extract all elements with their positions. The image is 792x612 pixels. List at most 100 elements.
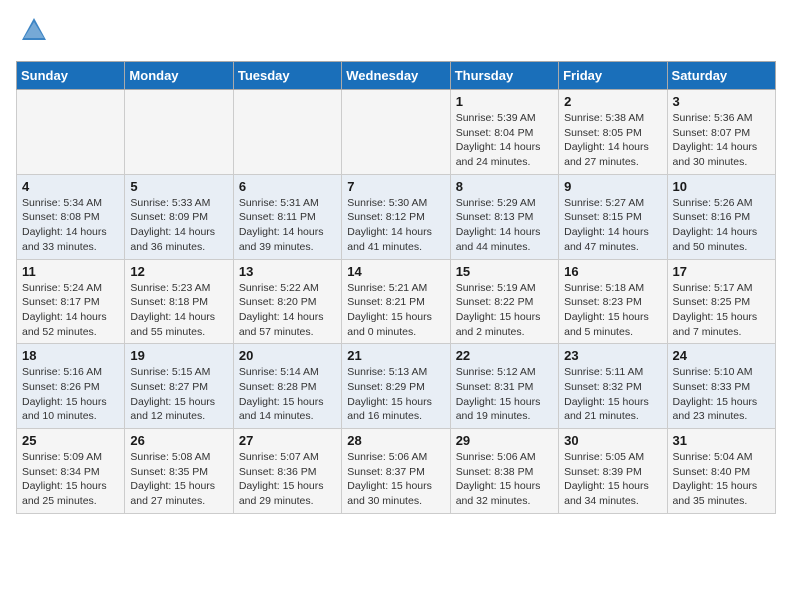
day-of-week-header: Tuesday (233, 62, 341, 90)
calendar-cell: 18 Sunrise: 5:16 AM Sunset: 8:26 PM Dayli… (17, 344, 125, 429)
calendar-cell: 1 Sunrise: 5:39 AM Sunset: 8:04 PM Daylig… (450, 90, 558, 175)
day-number: 21 (347, 348, 444, 363)
calendar-cell: 12 Sunrise: 5:23 AM Sunset: 8:18 PM Dayli… (125, 259, 233, 344)
logo-icon (20, 16, 48, 49)
calendar-week-row: 4 Sunrise: 5:34 AM Sunset: 8:08 PM Daylig… (17, 174, 776, 259)
calendar-cell: 9 Sunrise: 5:27 AM Sunset: 8:15 PM Daylig… (559, 174, 667, 259)
day-number: 13 (239, 264, 336, 279)
day-info: Sunrise: 5:06 AM Sunset: 8:38 PM Dayligh… (456, 450, 553, 509)
calendar-cell (17, 90, 125, 175)
calendar-cell (342, 90, 450, 175)
day-number: 22 (456, 348, 553, 363)
calendar-cell: 13 Sunrise: 5:22 AM Sunset: 8:20 PM Dayli… (233, 259, 341, 344)
day-of-week-header: Sunday (17, 62, 125, 90)
day-number: 30 (564, 433, 661, 448)
calendar-cell: 7 Sunrise: 5:30 AM Sunset: 8:12 PM Daylig… (342, 174, 450, 259)
day-number: 23 (564, 348, 661, 363)
day-info: Sunrise: 5:04 AM Sunset: 8:40 PM Dayligh… (673, 450, 770, 509)
calendar-cell: 17 Sunrise: 5:17 AM Sunset: 8:25 PM Dayli… (667, 259, 775, 344)
calendar-cell: 26Sunrise: 5:08 AM Sunset: 8:35 PM Dayli… (125, 429, 233, 514)
day-number: 11 (22, 264, 119, 279)
calendar-cell: 22Sunrise: 5:12 AM Sunset: 8:31 PM Dayli… (450, 344, 558, 429)
day-number: 7 (347, 179, 444, 194)
day-info: Sunrise: 5:29 AM Sunset: 8:13 PM Dayligh… (456, 196, 553, 255)
calendar-cell: 16 Sunrise: 5:18 AM Sunset: 8:23 PM Dayli… (559, 259, 667, 344)
day-info: Sunrise: 5:31 AM Sunset: 8:11 PM Dayligh… (239, 196, 336, 255)
day-info: Sunrise: 5:21 AM Sunset: 8:21 PM Dayligh… (347, 281, 444, 340)
day-number: 16 (564, 264, 661, 279)
calendar-cell: 5Sunrise: 5:33 AM Sunset: 8:09 PM Daylig… (125, 174, 233, 259)
calendar-cell: 4 Sunrise: 5:34 AM Sunset: 8:08 PM Daylig… (17, 174, 125, 259)
calendar-cell: 11 Sunrise: 5:24 AM Sunset: 8:17 PM Dayli… (17, 259, 125, 344)
day-info: Sunrise: 5:39 AM Sunset: 8:04 PM Dayligh… (456, 111, 553, 170)
day-number: 6 (239, 179, 336, 194)
calendar-cell: 6 Sunrise: 5:31 AM Sunset: 8:11 PM Daylig… (233, 174, 341, 259)
calendar-cell: 2 Sunrise: 5:38 AM Sunset: 8:05 PM Daylig… (559, 90, 667, 175)
day-number: 29 (456, 433, 553, 448)
day-info: Sunrise: 5:17 AM Sunset: 8:25 PM Dayligh… (673, 281, 770, 340)
calendar-cell: 28Sunrise: 5:06 AM Sunset: 8:37 PM Dayli… (342, 429, 450, 514)
day-number: 3 (673, 94, 770, 109)
day-info: Sunrise: 5:33 AM Sunset: 8:09 PM Dayligh… (130, 196, 227, 255)
calendar-cell: 23 Sunrise: 5:11 AM Sunset: 8:32 PM Dayli… (559, 344, 667, 429)
day-info: Sunrise: 5:18 AM Sunset: 8:23 PM Dayligh… (564, 281, 661, 340)
calendar-cell: 8 Sunrise: 5:29 AM Sunset: 8:13 PM Daylig… (450, 174, 558, 259)
day-number: 20 (239, 348, 336, 363)
day-of-week-header: Friday (559, 62, 667, 90)
day-of-week-header: Saturday (667, 62, 775, 90)
day-number: 2 (564, 94, 661, 109)
calendar-cell: 10 Sunrise: 5:26 AM Sunset: 8:16 PM Dayli… (667, 174, 775, 259)
day-info: Sunrise: 5:14 AM Sunset: 8:28 PM Dayligh… (239, 365, 336, 424)
day-info: Sunrise: 5:27 AM Sunset: 8:15 PM Dayligh… (564, 196, 661, 255)
calendar-week-row: 1 Sunrise: 5:39 AM Sunset: 8:04 PM Daylig… (17, 90, 776, 175)
calendar-cell: 25 Sunrise: 5:09 AM Sunset: 8:34 PM Dayli… (17, 429, 125, 514)
day-info: Sunrise: 5:38 AM Sunset: 8:05 PM Dayligh… (564, 111, 661, 170)
day-number: 4 (22, 179, 119, 194)
day-number: 8 (456, 179, 553, 194)
calendar-cell: 20 Sunrise: 5:14 AM Sunset: 8:28 PM Dayli… (233, 344, 341, 429)
calendar-cell: 29 Sunrise: 5:06 AM Sunset: 8:38 PM Dayli… (450, 429, 558, 514)
calendar-cell: 27 Sunrise: 5:07 AM Sunset: 8:36 PM Dayli… (233, 429, 341, 514)
calendar-cell: 14 Sunrise: 5:21 AM Sunset: 8:21 PM Dayli… (342, 259, 450, 344)
day-info: Sunrise: 5:26 AM Sunset: 8:16 PM Dayligh… (673, 196, 770, 255)
calendar-header-row: SundayMondayTuesdayWednesdayThursdayFrid… (17, 62, 776, 90)
day-number: 9 (564, 179, 661, 194)
day-info: Sunrise: 5:13 AM Sunset: 8:29 PM Dayligh… (347, 365, 444, 424)
day-info: Sunrise: 5:06 AM Sunset: 8:37 PM Dayligh… (347, 450, 444, 509)
day-info: Sunrise: 5:09 AM Sunset: 8:34 PM Dayligh… (22, 450, 119, 509)
calendar-table: SundayMondayTuesdayWednesdayThursdayFrid… (16, 61, 776, 514)
calendar-cell: 24Sunrise: 5:10 AM Sunset: 8:33 PM Dayli… (667, 344, 775, 429)
day-info: Sunrise: 5:11 AM Sunset: 8:32 PM Dayligh… (564, 365, 661, 424)
day-info: Sunrise: 5:23 AM Sunset: 8:18 PM Dayligh… (130, 281, 227, 340)
day-info: Sunrise: 5:19 AM Sunset: 8:22 PM Dayligh… (456, 281, 553, 340)
day-info: Sunrise: 5:07 AM Sunset: 8:36 PM Dayligh… (239, 450, 336, 509)
calendar-cell: 31Sunrise: 5:04 AM Sunset: 8:40 PM Dayli… (667, 429, 775, 514)
day-info: Sunrise: 5:22 AM Sunset: 8:20 PM Dayligh… (239, 281, 336, 340)
calendar-cell: 30Sunrise: 5:05 AM Sunset: 8:39 PM Dayli… (559, 429, 667, 514)
calendar-week-row: 25 Sunrise: 5:09 AM Sunset: 8:34 PM Dayli… (17, 429, 776, 514)
day-number: 14 (347, 264, 444, 279)
day-of-week-header: Monday (125, 62, 233, 90)
day-info: Sunrise: 5:15 AM Sunset: 8:27 PM Dayligh… (130, 365, 227, 424)
day-number: 27 (239, 433, 336, 448)
calendar-cell (125, 90, 233, 175)
calendar-cell (233, 90, 341, 175)
day-of-week-header: Thursday (450, 62, 558, 90)
day-info: Sunrise: 5:24 AM Sunset: 8:17 PM Dayligh… (22, 281, 119, 340)
day-number: 26 (130, 433, 227, 448)
day-number: 10 (673, 179, 770, 194)
day-number: 17 (673, 264, 770, 279)
logo (16, 16, 48, 49)
day-number: 18 (22, 348, 119, 363)
day-info: Sunrise: 5:30 AM Sunset: 8:12 PM Dayligh… (347, 196, 444, 255)
calendar-cell: 3Sunrise: 5:36 AM Sunset: 8:07 PM Daylig… (667, 90, 775, 175)
day-of-week-header: Wednesday (342, 62, 450, 90)
calendar-week-row: 11 Sunrise: 5:24 AM Sunset: 8:17 PM Dayli… (17, 259, 776, 344)
day-number: 15 (456, 264, 553, 279)
calendar-week-row: 18 Sunrise: 5:16 AM Sunset: 8:26 PM Dayli… (17, 344, 776, 429)
day-number: 25 (22, 433, 119, 448)
day-number: 1 (456, 94, 553, 109)
day-info: Sunrise: 5:34 AM Sunset: 8:08 PM Dayligh… (22, 196, 119, 255)
day-info: Sunrise: 5:16 AM Sunset: 8:26 PM Dayligh… (22, 365, 119, 424)
day-number: 12 (130, 264, 227, 279)
